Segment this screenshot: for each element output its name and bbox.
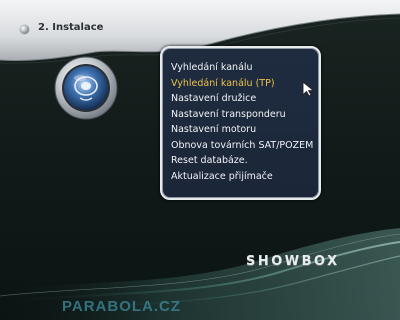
mouse-pointer-icon [302,81,314,97]
watermark: PARABOLA.CZ [62,298,182,315]
menu-item-transponder-settings[interactable]: Nastavení transponderu [171,107,313,123]
menu-item-motor-settings[interactable]: Nastavení motoru [171,122,313,138]
wave-decoration [0,228,400,320]
menu-item-factory-reset[interactable]: Obnova továrních SAT/POZEM [171,138,313,154]
menu-item-receiver-update[interactable]: Aktualizace přijímače [171,169,313,185]
installation-menu: Vyhledání kanálu Vyhledání kanálu (TP) N… [160,46,321,200]
menu-list: Vyhledání kanálu Vyhledání kanálu (TP) N… [171,60,313,184]
menu-item-channel-search[interactable]: Vyhledání kanálu [171,60,313,76]
receiver-screen: 2. Instalace Vyhledání kanálu Vyhledání [0,0,400,320]
brand-logo: SHOWBOX [246,254,340,269]
menu-item-satellite-settings[interactable]: Nastavení družice [171,91,313,107]
installation-dial-icon [54,56,118,120]
bullet-icon [20,25,29,34]
menu-item-channel-search-tp[interactable]: Vyhledání kanálu (TP) [171,76,313,92]
menu-item-database-reset[interactable]: Reset databáze. [171,153,313,169]
page-title: 2. Instalace [38,22,104,33]
